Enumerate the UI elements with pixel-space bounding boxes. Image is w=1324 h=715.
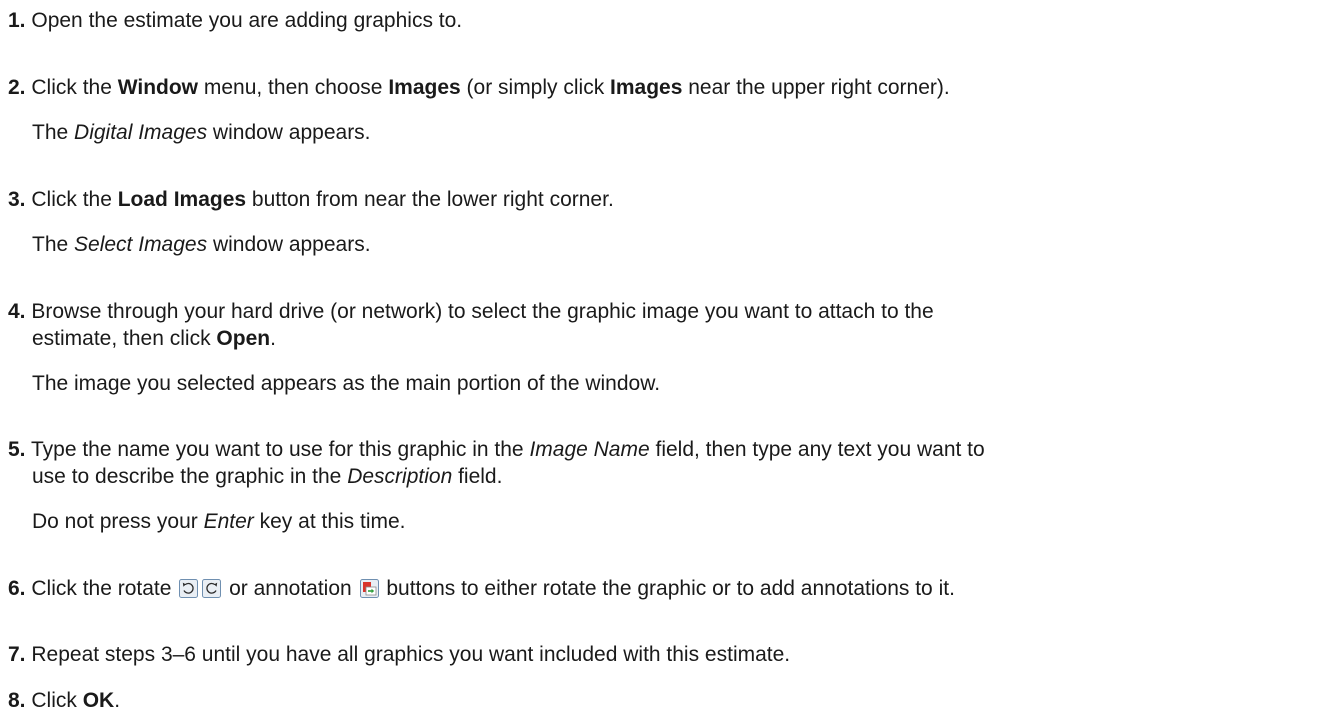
menu-name-window: Window	[117, 76, 199, 99]
step-text: Click the	[31, 188, 118, 211]
key-name-enter: Enter	[203, 510, 254, 533]
result-text: The image you selected appears as the ma…	[32, 372, 661, 395]
step-3-result: The Select Images window appears.	[32, 233, 371, 257]
step-5: 5. Type the name you want to use for thi…	[8, 438, 985, 462]
result-text: Do not press your	[32, 510, 204, 533]
rotate-left-icon	[179, 579, 199, 598]
step-text: (or simply click	[460, 76, 611, 99]
step-text: menu, then choose	[198, 76, 389, 99]
step-2-result: The Digital Images window appears.	[32, 121, 371, 145]
step-number: 5.	[8, 438, 26, 461]
step-text: Open the estimate you are adding graphic…	[31, 9, 463, 32]
step-text: buttons to either rotate the graphic or …	[380, 577, 955, 600]
instructions-document: 1. Open the estimate you are adding grap…	[0, 0, 1324, 715]
step-text: or annotation	[223, 577, 358, 600]
step-1: 1. Open the estimate you are adding grap…	[8, 9, 462, 33]
result-text: The	[32, 233, 75, 256]
step-number: 1.	[8, 9, 26, 32]
step-text: Repeat steps 3–6 until you have all grap…	[31, 643, 791, 666]
button-name-images: Images	[610, 76, 683, 99]
step-7: 7. Repeat steps 3–6 until you have all g…	[8, 643, 790, 667]
step-8: 8. Click OK.	[8, 689, 120, 713]
button-name-load-images: Load Images	[117, 188, 247, 211]
result-text: The	[32, 121, 75, 144]
step-number: 4.	[8, 300, 26, 323]
step-number: 3.	[8, 188, 26, 211]
window-name-digital-images: Digital Images	[74, 121, 208, 144]
button-name-open: Open	[216, 327, 271, 350]
menu-item-images: Images	[388, 76, 461, 99]
step-5-continued: use to describe the graphic in the Descr…	[32, 465, 502, 489]
step-number: 7.	[8, 643, 26, 666]
window-name-select-images: Select Images	[74, 233, 208, 256]
step-text: use to describe the graphic in the	[32, 465, 348, 488]
step-2: 2. Click the Window menu, then choose Im…	[8, 76, 950, 100]
step-5-result: Do not press your Enter key at this time…	[32, 510, 406, 534]
annotation-icon	[359, 579, 379, 598]
step-number: 6.	[8, 577, 26, 600]
button-name-ok: OK	[82, 689, 115, 712]
step-4: 4. Browse through your hard drive (or ne…	[8, 300, 934, 324]
step-text: Browse through your hard drive (or netwo…	[31, 300, 934, 323]
field-name-image-name: Image Name	[529, 438, 650, 461]
rotate-right-icon	[202, 579, 222, 598]
step-text: Click	[31, 689, 83, 712]
step-text: .	[270, 327, 276, 350]
step-4-result: The image you selected appears as the ma…	[32, 372, 660, 396]
step-text: estimate, then click	[32, 327, 217, 350]
result-text: window appears.	[207, 233, 371, 256]
step-text: Click the rotate	[31, 577, 178, 600]
result-text: window appears.	[207, 121, 371, 144]
step-number: 2.	[8, 76, 26, 99]
field-name-description: Description	[347, 465, 453, 488]
step-text: field, then type any text you want to	[649, 438, 985, 461]
step-text: near the upper right corner).	[682, 76, 950, 99]
step-number: 8.	[8, 689, 26, 712]
step-6: 6. Click the rotate or annotation button…	[8, 577, 955, 601]
result-text: key at this time.	[253, 510, 406, 533]
step-3: 3. Click the Load Images button from nea…	[8, 188, 614, 212]
step-text: Click the	[31, 76, 118, 99]
step-text: field.	[452, 465, 503, 488]
step-text: .	[114, 689, 121, 712]
step-text: Type the name you want to use for this g…	[30, 438, 530, 461]
step-text: button from near the lower right corner.	[246, 188, 614, 211]
step-4-continued: estimate, then click Open.	[32, 327, 276, 351]
